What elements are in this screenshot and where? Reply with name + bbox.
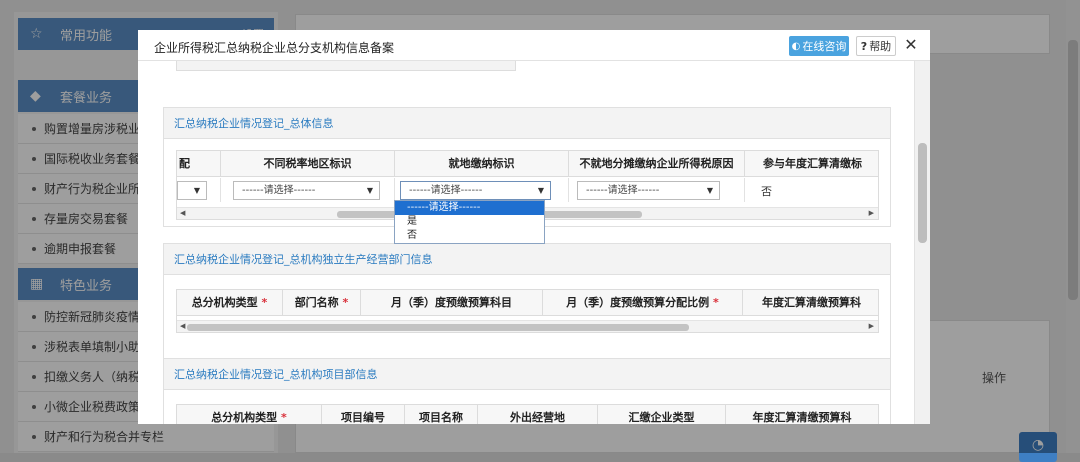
caret-down-icon: ▼: [193, 186, 200, 195]
table-cell: ------请选择------ ▼: [395, 178, 569, 202]
previous-section-stub: [176, 61, 516, 71]
dropdown-option[interactable]: 是: [395, 215, 544, 229]
partial-select[interactable]: ▼: [177, 181, 207, 200]
table-header-cell: 年度汇算清缴预算科: [752, 411, 852, 424]
table-header-cell: 参与年度汇算清缴标: [763, 157, 862, 170]
table-hscrollbar[interactable]: ◀ ▶: [177, 320, 878, 332]
table-cell: ▼: [177, 178, 221, 202]
caret-down-icon: ▼: [706, 186, 713, 195]
caret-down-icon: ▼: [537, 186, 544, 195]
caret-down-icon: ▼: [366, 186, 373, 195]
section-project-departments: 汇总纳税企业情况登记_总机构项目部信息 总分机构类型 * 项目编号 项目名称 外…: [163, 358, 891, 424]
rate-region-select[interactable]: ------请选择------ ▼: [233, 181, 380, 200]
dropdown-option[interactable]: ------请选择------: [395, 201, 544, 215]
modal-title: 企业所得税汇总纳税企业总分支机构信息备案: [154, 41, 395, 55]
table-header-row: 总分机构类型 * 项目编号 项目名称 外出经营地 汇缴企业类型 年度汇算清缴预算…: [177, 405, 878, 424]
table-header-cell: 项目名称: [405, 405, 478, 424]
table-header-cell: 汇缴企业类型: [598, 405, 726, 424]
help-button[interactable]: ? 帮助: [856, 36, 896, 56]
scroll-right-icon[interactable]: ▶: [869, 321, 874, 332]
table-header-cell: 年度汇算清缴预算科: [762, 296, 861, 309]
table-header-row: 总分机构类型 * 部门名称 * 月（季）度预缴预算科目 月（季）度预缴预算分配比…: [177, 290, 878, 316]
dropdown-option[interactable]: 否: [395, 229, 544, 243]
modal-scrollbar-thumb[interactable]: [918, 143, 927, 243]
table-header-cell: 项目编号: [322, 405, 405, 424]
scroll-left-icon[interactable]: ◀: [180, 208, 185, 219]
table-header-cell: 总分机构类型 *: [177, 405, 322, 424]
table-row: ▼ ------请选择------ ▼ ------请选择------ ▼ ----…: [177, 178, 878, 202]
table-cell: ------请选择------ ▼: [221, 178, 395, 202]
table-header-row: 配 不同税率地区标识 就地缴纳标识 不就地分摊缴纳企业所得税原因 参与年度汇算清…: [177, 151, 878, 177]
scroll-left-icon[interactable]: ◀: [180, 321, 185, 332]
annual-settlement-value: 否: [761, 185, 772, 198]
scroll-right-icon[interactable]: ▶: [869, 208, 874, 219]
required-mark: *: [342, 296, 349, 309]
section-title: 汇总纳税企业情况登记_总机构独立生产经营部门信息: [164, 244, 890, 275]
table-header-cell: 不就地分摊缴纳企业所得税原因: [569, 151, 745, 177]
table-header-cell: 不同税率地区标识: [221, 151, 395, 177]
local-payment-select[interactable]: ------请选择------ ▼: [400, 181, 551, 200]
section-independent-departments: 汇总纳税企业情况登记_总机构独立生产经营部门信息 总分机构类型 * 部门名称 *…: [163, 243, 891, 368]
table-header-cell: 就地缴纳标识: [395, 151, 569, 177]
required-mark: *: [281, 411, 287, 424]
online-consult-button[interactable]: ◐ 在线咨询: [789, 36, 849, 56]
required-mark: *: [713, 296, 719, 309]
table-hscrollbar-thumb[interactable]: [187, 324, 689, 331]
project-departments-table: 总分机构类型 * 项目编号 项目名称 外出经营地 汇缴企业类型 年度汇算清缴预算…: [176, 404, 879, 424]
non-local-reason-select[interactable]: ------请选择------ ▼: [577, 181, 720, 200]
modal-header: 企业所得税汇总纳税企业总分支机构信息备案 ◐ 在线咨询 ? 帮助 ✕: [138, 30, 930, 61]
departments-table: 总分机构类型 * 部门名称 * 月（季）度预缴预算科目 月（季）度预缴预算分配比…: [176, 289, 879, 333]
table-header-cell: 部门名称 *: [283, 290, 361, 316]
required-mark: *: [261, 296, 268, 309]
section-title: 汇总纳税企业情况登记_总体信息: [164, 108, 890, 139]
question-icon: ?: [860, 39, 868, 53]
table-header-cell: 月（季）度预缴预算分配比例 *: [543, 290, 743, 316]
table-cell: 否: [745, 178, 878, 202]
table-header-cell: 月（季）度预缴预算科目: [361, 290, 543, 316]
modal-scrollbar[interactable]: [914, 61, 930, 424]
headset-icon: ◐: [791, 40, 801, 52]
section-title: 汇总纳税企业情况登记_总机构项目部信息: [164, 359, 890, 390]
local-payment-dropdown-list: ------请选择------ 是 否: [394, 200, 545, 244]
table-header-cell: 外出经营地: [478, 405, 598, 424]
modal-dialog: 企业所得税汇总纳税企业总分支机构信息备案 ◐ 在线咨询 ? 帮助 ✕ 汇总纳税企…: [138, 30, 930, 424]
table-cell: ------请选择------ ▼: [569, 178, 745, 202]
close-icon[interactable]: ✕: [902, 35, 920, 55]
table-header-cell: 配: [177, 151, 221, 177]
table-header-cell: 总分机构类型 *: [177, 290, 283, 316]
